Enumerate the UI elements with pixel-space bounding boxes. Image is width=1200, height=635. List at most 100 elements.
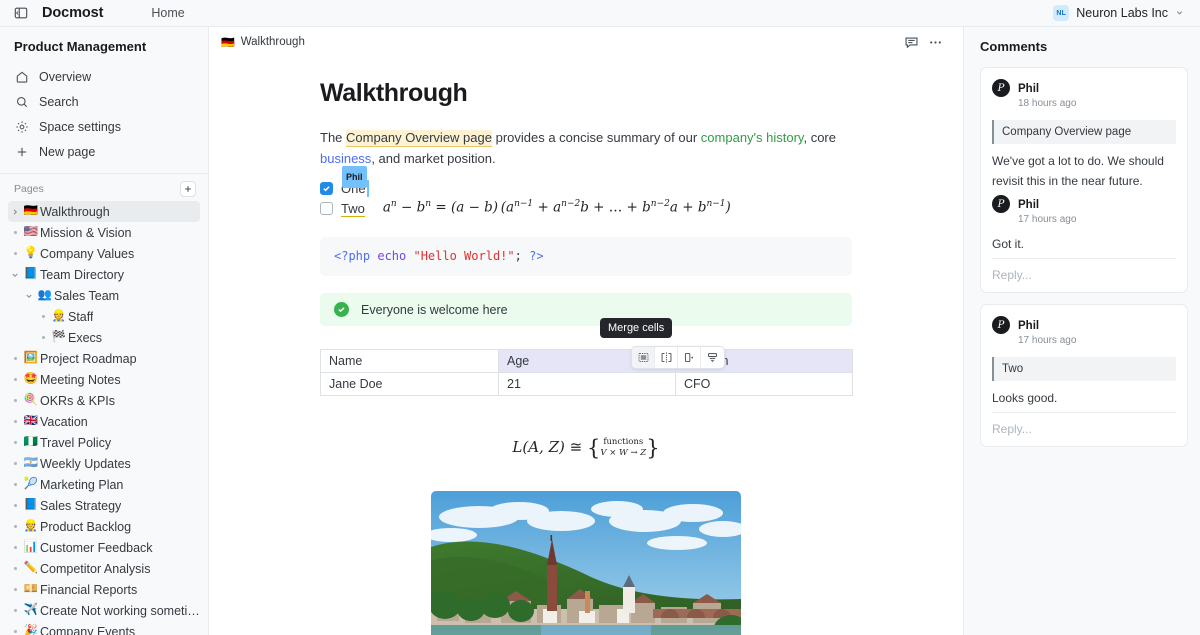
chevron-down-icon[interactable] [8, 271, 22, 279]
page-emoji-icon: 🤩 [23, 372, 39, 385]
table-header-cell[interactable]: Name [320, 349, 499, 373]
task-checkbox-two[interactable] [320, 202, 333, 215]
comment-reply-input[interactable]: Reply... [992, 413, 1176, 446]
code-token: ?> [529, 249, 544, 263]
sidebar-page-company-values[interactable]: 💡 Company Values [8, 243, 200, 264]
pages-label: Pages [14, 183, 44, 195]
sidebar-page-label: Company Events [40, 624, 136, 635]
bullet-icon [8, 252, 22, 255]
bullet-icon [8, 525, 22, 528]
panel-toggle-icon[interactable] [12, 4, 30, 22]
sidebar-page-create-not-working-sometimes[interactable]: ✈️ Create Not working sometimes [8, 600, 200, 621]
math-numerator: functions [603, 437, 644, 447]
page-emoji-icon: 🇺🇸 [23, 225, 39, 238]
merge-cells-icon[interactable] [632, 347, 655, 368]
sidebar-page-meeting-notes[interactable]: 🤩 Meeting Notes [8, 369, 200, 390]
page-emoji-icon: 📊 [23, 540, 39, 553]
sidebar-page-customer-feedback[interactable]: 📊 Customer Feedback [8, 537, 200, 558]
sidebar-page-label: Meeting Notes [40, 372, 121, 387]
document-scroll[interactable]: Walkthrough The Company Overview page pr… [209, 57, 963, 635]
pages-header: Pages [0, 174, 208, 201]
sidebar-page-project-roadmap[interactable]: 🖼️ Project Roadmap [8, 348, 200, 369]
split-cell-horizontal-icon[interactable] [655, 347, 678, 368]
chevron-down-icon[interactable] [22, 292, 36, 300]
cell-options-icon[interactable] [678, 347, 701, 368]
table-header-row: Name Age Position [320, 349, 853, 373]
sidebar-page-mission-vision[interactable]: 🇺🇸 Mission & Vision [8, 222, 200, 243]
sidebar-page-okrs-kpis[interactable]: 🍭 OKRs & KPIs [8, 390, 200, 411]
bullet-icon [8, 378, 22, 381]
table-cell[interactable]: 21 [498, 372, 676, 396]
workspace-selector[interactable]: NL Neuron Labs Inc [1049, 3, 1188, 23]
sidebar-page-weekly-updates[interactable]: 🇦🇷 Weekly Updates [8, 453, 200, 474]
bullet-icon [8, 357, 22, 360]
comment-threads: P Phil 18 hours ago Company Overview page We… [980, 67, 1188, 447]
sidebar-item-overview[interactable]: Overview [8, 64, 200, 89]
company-history-link[interactable]: company's history [701, 130, 804, 145]
sidebar-page-walkthrough[interactable]: 🇩🇪 Walkthrough [8, 201, 200, 222]
code-block[interactable]: <?php echo "Hello World!"; ?> [320, 237, 852, 276]
comment-text: We've got a lot to do. We should revisit… [992, 154, 1164, 188]
sidebar-page-label: Vacation [40, 414, 88, 429]
chevron-right-icon[interactable] [8, 208, 22, 216]
comment-timestamp: 18 hours ago [1018, 98, 1077, 109]
comment-meta: Phil 18 hours ago [1018, 79, 1076, 111]
sidebar-page-vacation[interactable]: 🇬🇧 Vacation [8, 411, 200, 432]
sidebar-item-label: Space settings [39, 119, 121, 134]
code-token: <?php [334, 249, 378, 263]
callout-text: Everyone is welcome here [361, 302, 508, 317]
sidebar-page-company-events[interactable]: 🎉 Company Events [8, 621, 200, 635]
app-brand[interactable]: Docmost [42, 5, 103, 21]
comment-thread[interactable]: P Phil 17 hours ago Two Looks good. Reply... [980, 304, 1188, 447]
comment-thread[interactable]: P Phil 18 hours ago Company Overview page We… [980, 67, 1188, 293]
comment-reply-input[interactable]: Reply... [992, 259, 1176, 292]
table-cell[interactable]: CFO [675, 372, 853, 396]
sidebar-page-sales-team[interactable]: 👥 Sales Team [8, 285, 200, 306]
sidebar-page-competitor-analysis[interactable]: ✏️ Competitor Analysis [8, 558, 200, 579]
delete-row-icon[interactable] [701, 347, 724, 368]
merge-cells-tooltip: Merge cells [600, 318, 673, 338]
task-checkbox-one[interactable] [320, 182, 333, 195]
page-emoji-icon: 🇳🇬 [23, 435, 39, 448]
document-image[interactable] [431, 491, 741, 635]
comment-timestamp: 17 hours ago [1018, 335, 1077, 346]
math-fraction: functions V × W → Z [600, 437, 646, 459]
business-link[interactable]: business [320, 151, 371, 166]
sidebar-page-product-backlog[interactable]: 👷 Product Backlog [8, 516, 200, 537]
page-title: Walkthrough [320, 79, 468, 107]
sidebar-item-search[interactable]: Search [8, 89, 200, 114]
sidebar-page-sales-strategy[interactable]: 📘 Sales Strategy [8, 495, 200, 516]
nav-home-link[interactable]: Home [151, 6, 184, 20]
table-cell[interactable]: Jane Doe [320, 372, 499, 396]
sidebar-page-label: Competitor Analysis [40, 561, 151, 576]
comment-icon[interactable] [899, 30, 923, 54]
math-brace-open: { [587, 436, 601, 460]
sidebar-page-staff[interactable]: 👷 Staff [8, 306, 200, 327]
sidebar-page-marketing-plan[interactable]: 🎾 Marketing Plan [8, 474, 200, 495]
sidebar-page-label: Weekly Updates [40, 456, 131, 471]
data-table[interactable]: Name Age Position Jane Doe 21 CFO [320, 349, 853, 396]
sidebar-page-execs[interactable]: 🏁 Execs [8, 327, 200, 348]
add-page-button[interactable] [180, 181, 196, 197]
sidebar-page-travel-policy[interactable]: 🇳🇬 Travel Policy [8, 432, 200, 453]
page-emoji-icon: 🇬🇧 [23, 414, 39, 427]
breadcrumb[interactable]: 🇩🇪 Walkthrough [221, 36, 305, 49]
code-token: "Hello World!" [413, 249, 515, 263]
sidebar-item-new-page[interactable]: New page [8, 139, 200, 164]
page-emoji-icon: 📘 [23, 498, 39, 511]
sidebar-page-label: Team Directory [40, 267, 125, 282]
sidebar-item-label: Overview [39, 69, 92, 84]
comment-author-row: P Phil 17 hours ago [992, 316, 1176, 348]
breadcrumb-emoji: 🇩🇪 [221, 36, 235, 49]
sidebar-page-team-directory[interactable]: 📘 Team Directory [8, 264, 200, 285]
comment-quote: Company Overview page [992, 120, 1176, 144]
sidebar-item-space-settings[interactable]: Space settings [8, 114, 200, 139]
page-emoji-icon: 💡 [23, 246, 39, 259]
search-icon [14, 94, 29, 109]
ellipsis-icon[interactable] [923, 30, 947, 54]
company-overview-link[interactable]: Company Overview page [346, 130, 492, 147]
task-text: Two [341, 201, 365, 217]
gear-icon [14, 119, 29, 134]
sidebar-page-financial-reports[interactable]: 💴 Financial Reports [8, 579, 200, 600]
bullet-icon [8, 504, 22, 507]
